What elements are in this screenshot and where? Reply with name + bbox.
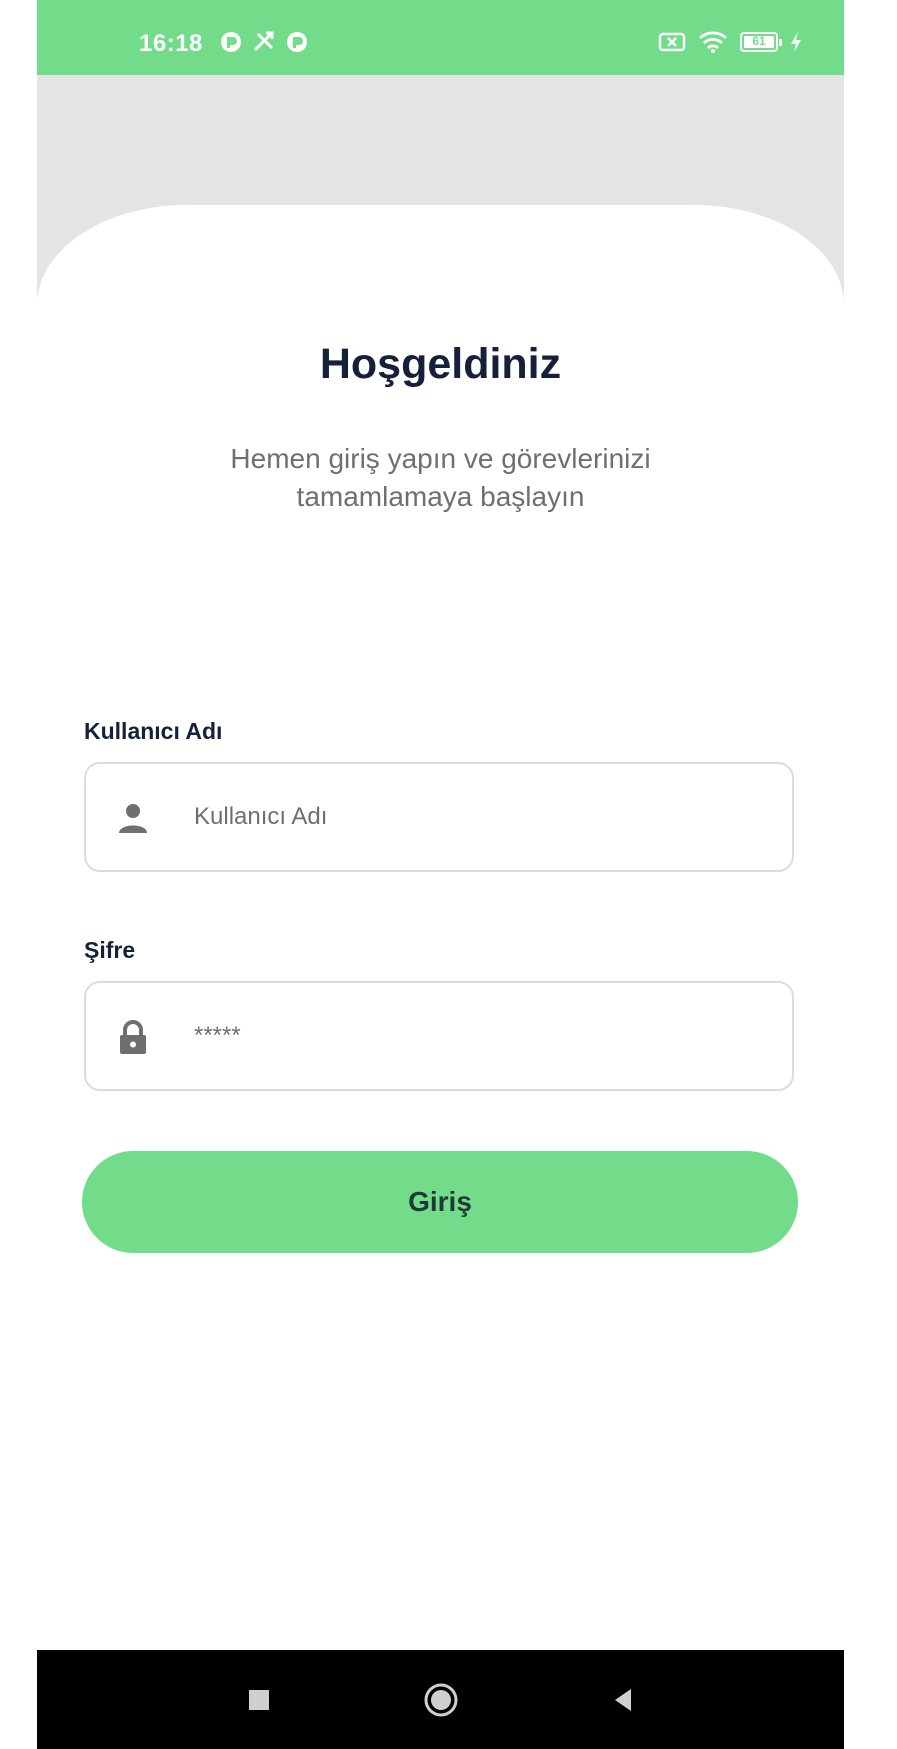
- status-notification-icons: [220, 30, 308, 54]
- battery-level: 61: [752, 34, 766, 48]
- password-placeholder: *****: [194, 1022, 241, 1049]
- wifi-icon: [699, 31, 727, 53]
- battery-icon: 61: [740, 32, 782, 52]
- status-time: 16:18: [139, 30, 203, 57]
- recents-icon: [249, 1689, 269, 1710]
- password-label: Şifre: [84, 937, 136, 963]
- back-icon: [615, 1688, 631, 1711]
- login-button[interactable]: Giriş: [82, 1151, 798, 1253]
- navigation-bar: [37, 1650, 844, 1749]
- notification-icon: [221, 32, 241, 52]
- login-card: [37, 205, 844, 1650]
- tools-icon: [253, 31, 274, 52]
- status-bar: 16:18 61: [37, 0, 844, 75]
- home-icon: [424, 1683, 458, 1716]
- username-placeholder: Kullanıcı Adı: [194, 803, 328, 830]
- home-button[interactable]: [401, 1650, 481, 1749]
- lock-icon: [120, 1020, 146, 1054]
- back-button[interactable]: [583, 1650, 663, 1749]
- password-input[interactable]: *****: [84, 981, 794, 1091]
- sim-icon: [658, 32, 686, 52]
- welcome-title: Hoşgeldiniz: [319, 340, 562, 388]
- username-input[interactable]: Kullanıcı Adı: [84, 762, 794, 872]
- username-label: Kullanıcı Adı: [84, 718, 223, 744]
- app-screen: 16:18 61 Hoşgeldiniz Hemen giriş yapın v…: [37, 0, 844, 1749]
- notification-icon: [287, 32, 307, 52]
- charging-icon: [791, 32, 801, 52]
- person-icon: [119, 804, 147, 833]
- status-system-icons: 61: [658, 30, 802, 54]
- recents-button[interactable]: [219, 1650, 299, 1749]
- welcome-subtitle: Hemen giriş yapın ve görevlerinizi tamam…: [230, 443, 651, 512]
